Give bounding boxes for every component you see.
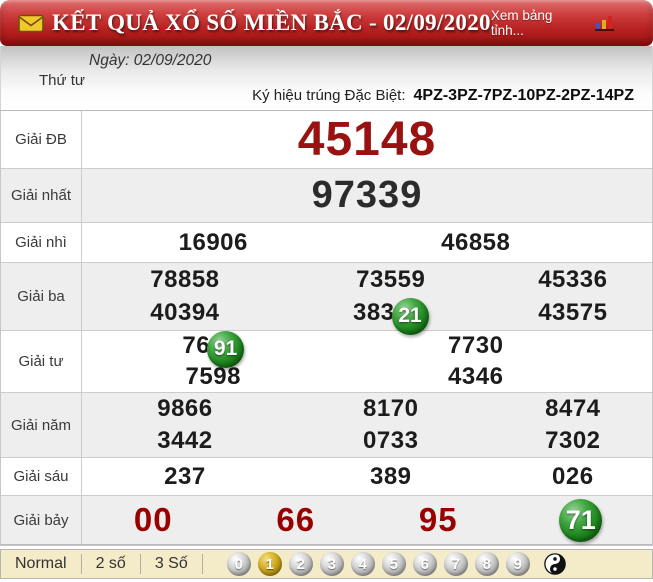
digit-ball-8[interactable]: 8 [474, 552, 499, 576]
prize-number: 40394 [150, 299, 220, 327]
footer-toolbar: Normal 2 số 3 Số 0 1 2 3 4 5 6 7 8 9 [0, 549, 653, 579]
prize-number: 78858 [150, 265, 220, 293]
reveal-ball: 91 [207, 330, 245, 368]
digit-ball-2[interactable]: 2 [288, 552, 313, 576]
prize-number: 7302 [545, 427, 601, 454]
prize-row-fourth: Giải tư 76 91 7730 7598 4346 [1, 330, 652, 393]
prize-number: 66 [276, 501, 316, 538]
prize-row-first: Giải nhất 97339 [1, 169, 652, 223]
prize-number: 0733 [363, 427, 419, 454]
prize-number: 45148 [297, 113, 437, 166]
prize-row-fifth: Giải năm 9866 8170 8474 3442 0733 7302 [1, 393, 652, 458]
prize-number: 9866 [157, 395, 213, 422]
envelope-icon [18, 14, 44, 33]
digit-ball-9[interactable]: 9 [505, 552, 530, 576]
prize-number: 026 [552, 462, 594, 490]
special-symbol-line: Ký hiệu trúng Đặc Biệt: 4PZ-3PZ-7PZ-10PZ-… [252, 87, 634, 105]
prize-number: 71 [510, 498, 653, 542]
digit-ball-3[interactable]: 3 [319, 552, 344, 576]
prize-number: 45336 [538, 265, 608, 293]
prize-label: Giải năm [1, 393, 82, 457]
special-symbol-value: 4PZ-3PZ-7PZ-10PZ-2PZ-14PZ [413, 87, 635, 104]
reveal-ball: 71 [559, 498, 603, 542]
draw-date: Ngày: 02/09/2020 [89, 52, 212, 69]
digit-ball-7[interactable]: 7 [443, 552, 468, 576]
mode-2-digits[interactable]: 2 số [82, 554, 141, 574]
draw-info-section: Thứ tư Ngày: 02/09/2020 Ký hiệu trúng Đặ… [0, 46, 653, 110]
digit-ball-6[interactable]: 6 [412, 552, 437, 576]
prize-row-second: Giải nhì 16906 46858 [1, 223, 652, 263]
prize-row-third: Giải ba 78858 73559 45336 40394 383 21 43… [1, 263, 652, 335]
page-title: KẾT QUẢ XỔ SỐ MIỀN BẮC - 02/09/2020 [52, 10, 491, 35]
prize-label: Giải nhất [1, 169, 82, 222]
weekday-label: Thứ tư [39, 72, 85, 89]
digit-ball-1[interactable]: 1 [257, 552, 282, 576]
prize-label: Giải sáu [1, 458, 82, 495]
prize-row-seventh: Giải bảy 00 66 95 71 [1, 496, 652, 545]
prize-number: 73559 [356, 265, 426, 293]
prize-label: Giải ĐB [1, 111, 82, 168]
prize-number: 3442 [157, 427, 213, 454]
prize-number: 46858 [441, 228, 511, 256]
mode-3-digits[interactable]: 3 Số [141, 554, 203, 574]
prize-number: 43575 [538, 299, 608, 327]
lottery-results-widget: KẾT QUẢ XỔ SỐ MIỀN BẮC - 02/09/2020 Xem … [0, 0, 653, 582]
prize-label: Giải nhì [1, 223, 82, 262]
prize-number: 389 [369, 462, 412, 490]
special-symbol-label: Ký hiệu trúng Đặc Biệt: [252, 87, 406, 104]
results-table: Giải ĐB 45148 Giải nhất 97339 Giải nhì 1… [0, 110, 653, 546]
prize-label: Giải tư [1, 331, 82, 392]
prize-number: 95 [418, 501, 458, 538]
prize-label: Giải ba [1, 263, 82, 330]
prize-number: 97339 [311, 174, 423, 216]
prize-number: 8474 [545, 395, 601, 422]
view-province-table-link[interactable]: Xem bảng tỉnh... [491, 8, 588, 38]
digit-ball-5[interactable]: 5 [381, 552, 406, 576]
digit-ball-0[interactable]: 0 [226, 552, 251, 576]
mode-normal[interactable]: Normal [9, 554, 82, 574]
bar-chart-icon[interactable] [595, 15, 615, 31]
prize-number: 00 [133, 501, 173, 538]
prize-number: 76 91 [82, 330, 345, 368]
prize-number: 383 21 [288, 297, 494, 335]
digit-ball-row: 0 1 2 3 4 5 6 7 8 9 [226, 552, 566, 576]
prize-number: 237 [164, 462, 206, 490]
prize-number: 4346 [448, 362, 504, 390]
prize-row-special: Giải ĐB 45148 [1, 111, 652, 169]
header-bar: KẾT QUẢ XỔ SỐ MIỀN BẮC - 02/09/2020 Xem … [0, 0, 653, 46]
reveal-ball: 21 [391, 297, 429, 335]
yin-yang-icon[interactable] [543, 553, 566, 575]
prize-number: 7730 [448, 332, 504, 360]
prize-row-sixth: Giải sáu 237 389 026 [1, 458, 652, 496]
prize-number: 7598 [185, 362, 241, 390]
prize-number: 8170 [363, 395, 419, 422]
prize-number: 16906 [178, 228, 248, 256]
digit-ball-4[interactable]: 4 [350, 552, 375, 576]
display-mode-tabs: Normal 2 số 3 Số [9, 554, 203, 574]
prize-label: Giải bảy [1, 496, 82, 544]
